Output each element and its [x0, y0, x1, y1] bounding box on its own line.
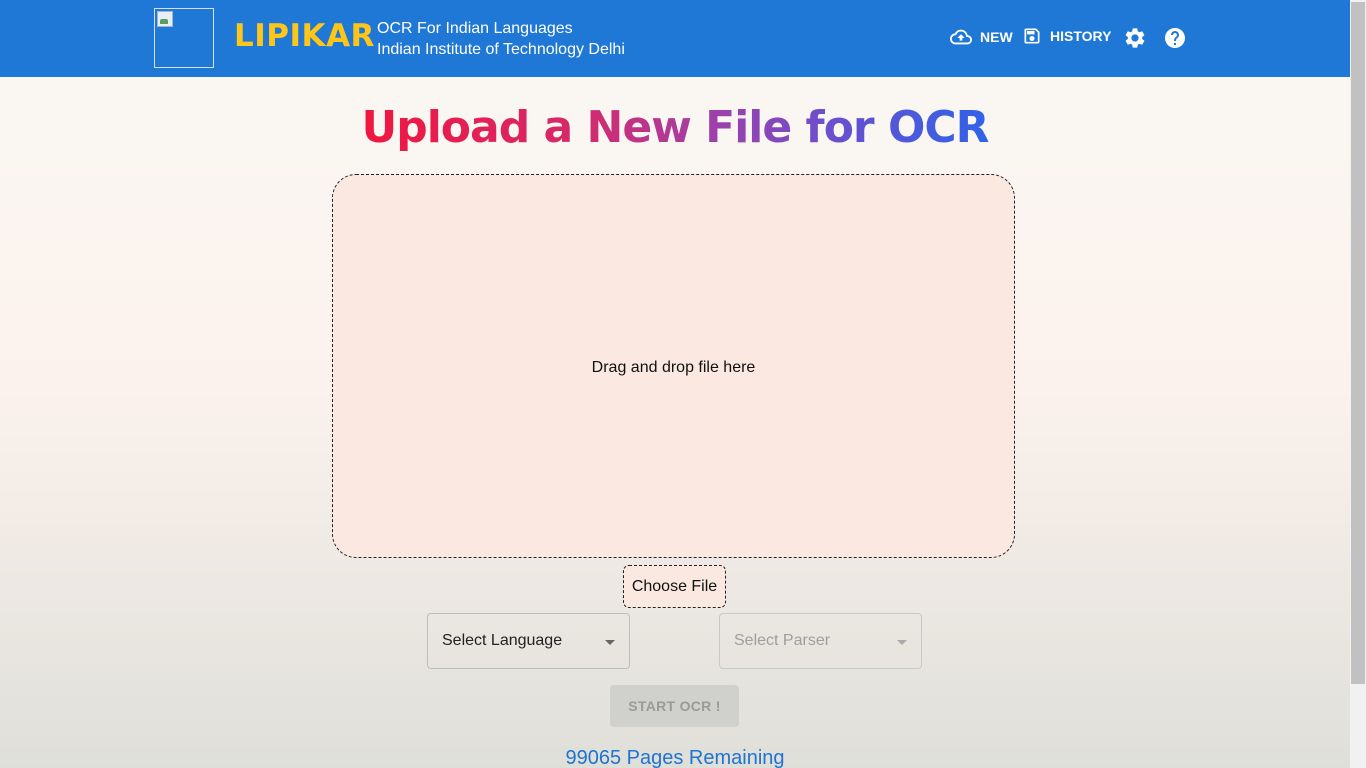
- brand-name[interactable]: LIPIKAR: [234, 18, 375, 54]
- logo-image[interactable]: [154, 8, 214, 68]
- brand-subtitle-line2: Indian Institute of Technology Delhi: [377, 41, 625, 58]
- parser-select-value: Select Parser: [734, 632, 831, 649]
- nav-new-button[interactable]: NEW: [950, 26, 1013, 48]
- dropzone-text: Drag and drop file here: [591, 359, 756, 376]
- help-button[interactable]: [1163, 26, 1187, 50]
- brand-subtitle: OCR For Indian Languages Indian Institut…: [377, 18, 625, 60]
- pages-remaining: 99065 Pages Remaining: [565, 747, 785, 768]
- language-select-value: Select Language: [442, 632, 563, 649]
- page-title-text: Upload a New File for OCR: [361, 102, 989, 153]
- choose-file-button[interactable]: Choose File: [623, 565, 726, 608]
- page-scrollbar[interactable]: [1350, 0, 1366, 768]
- broken-image-icon: [157, 11, 173, 27]
- save-icon: [1024, 28, 1040, 44]
- gear-icon: [1125, 28, 1145, 48]
- settings-button[interactable]: [1123, 26, 1147, 50]
- brand-subtitle-line1: OCR For Indian Languages: [377, 20, 573, 37]
- parser-select[interactable]: Select Parser: [719, 613, 922, 669]
- cloud-upload-icon: [950, 29, 972, 45]
- app-header: LIPIKAR OCR For Indian Languages Indian …: [0, 0, 1350, 77]
- help-icon: [1165, 28, 1185, 48]
- chevron-down-icon: [897, 640, 907, 645]
- file-dropzone[interactable]: Drag and drop file here: [332, 174, 1015, 558]
- scrollbar-thumb[interactable]: [1351, 2, 1365, 684]
- nav-new-label: NEW: [980, 29, 1013, 45]
- nav-history-button[interactable]: HISTORY: [1022, 26, 1111, 46]
- language-select[interactable]: Select Language: [427, 613, 630, 669]
- nav-history-label: HISTORY: [1050, 28, 1112, 44]
- start-ocr-button[interactable]: START OCR !: [610, 685, 739, 727]
- chevron-down-icon: [605, 640, 615, 645]
- page-title: Upload a New File for OCR: [0, 102, 1350, 153]
